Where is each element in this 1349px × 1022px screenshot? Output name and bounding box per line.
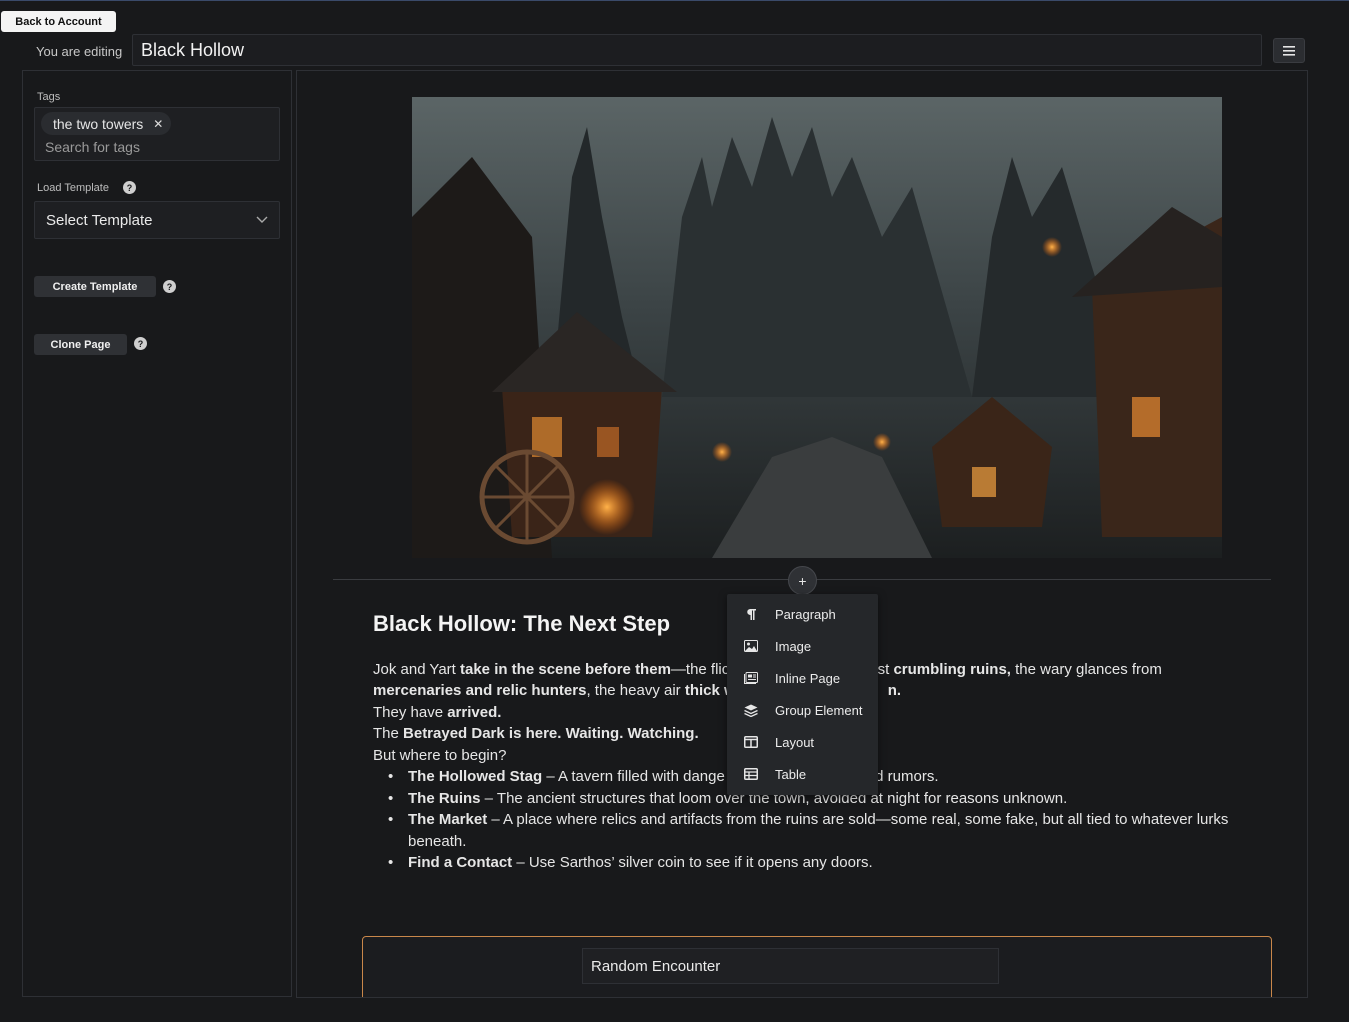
help-icon[interactable]: ? [163,280,176,293]
random-encounter-block[interactable]: Random Encounter [362,936,1272,997]
plus-icon: + [798,572,807,589]
create-template-button[interactable]: Create Template [34,276,156,297]
close-icon[interactable]: ✕ [153,117,163,131]
menu-item-group-element[interactable]: Group Element [727,694,878,726]
page-editor: + Black Hollow: The Next Step Jok and Ya… [296,70,1308,998]
add-block-button[interactable]: + [788,566,817,595]
paragraph-icon [747,608,756,620]
inline-page-icon [744,672,758,684]
template-select-value: Select Template [46,211,153,229]
menu-item-table[interactable]: Table [727,758,878,790]
clone-page-button[interactable]: Clone Page [34,334,127,355]
menu-item-layout[interactable]: Layout [727,726,878,758]
chevron-down-icon [256,216,268,223]
back-to-account-button[interactable]: Back to Account [1,11,116,32]
template-select[interactable]: Select Template [34,201,280,239]
layers-icon [744,704,758,717]
page-title-input[interactable]: Black Hollow [132,34,1262,66]
tag-search-input[interactable]: Search for tags [45,139,140,155]
help-icon[interactable]: ? [134,337,147,350]
tags-label: Tags [37,91,61,103]
image-icon [744,640,758,652]
load-template-label: Load Template [37,182,109,194]
menu-button[interactable] [1273,38,1305,63]
dark-village-illustration [412,97,1222,558]
add-block-menu: Paragraph Image Inline Page Group Elemen… [727,594,878,795]
list-item: The Market – A place where relics and ar… [388,809,1253,852]
tags-field[interactable]: the two towers ✕ Search for tags [34,107,280,161]
table-icon [744,768,758,780]
menu-item-paragraph[interactable]: Paragraph [727,598,878,630]
hamburger-icon [1283,45,1295,56]
help-icon[interactable]: ? [123,181,136,194]
tag-chip: the two towers ✕ [41,112,172,135]
sidebar: Tags the two towers ✕ Search for tags Lo… [22,70,292,997]
tag-label: the two towers [53,115,144,132]
menu-item-image[interactable]: Image [727,630,878,662]
editing-label: You are editing [36,44,123,59]
layout-icon [744,736,758,748]
menu-item-inline-page[interactable]: Inline Page [727,662,878,694]
list-item: Find a Contact – Use Sarthos’ silver coi… [388,852,1253,874]
hero-image[interactable] [412,97,1222,558]
encounter-title-input[interactable]: Random Encounter [582,948,999,984]
